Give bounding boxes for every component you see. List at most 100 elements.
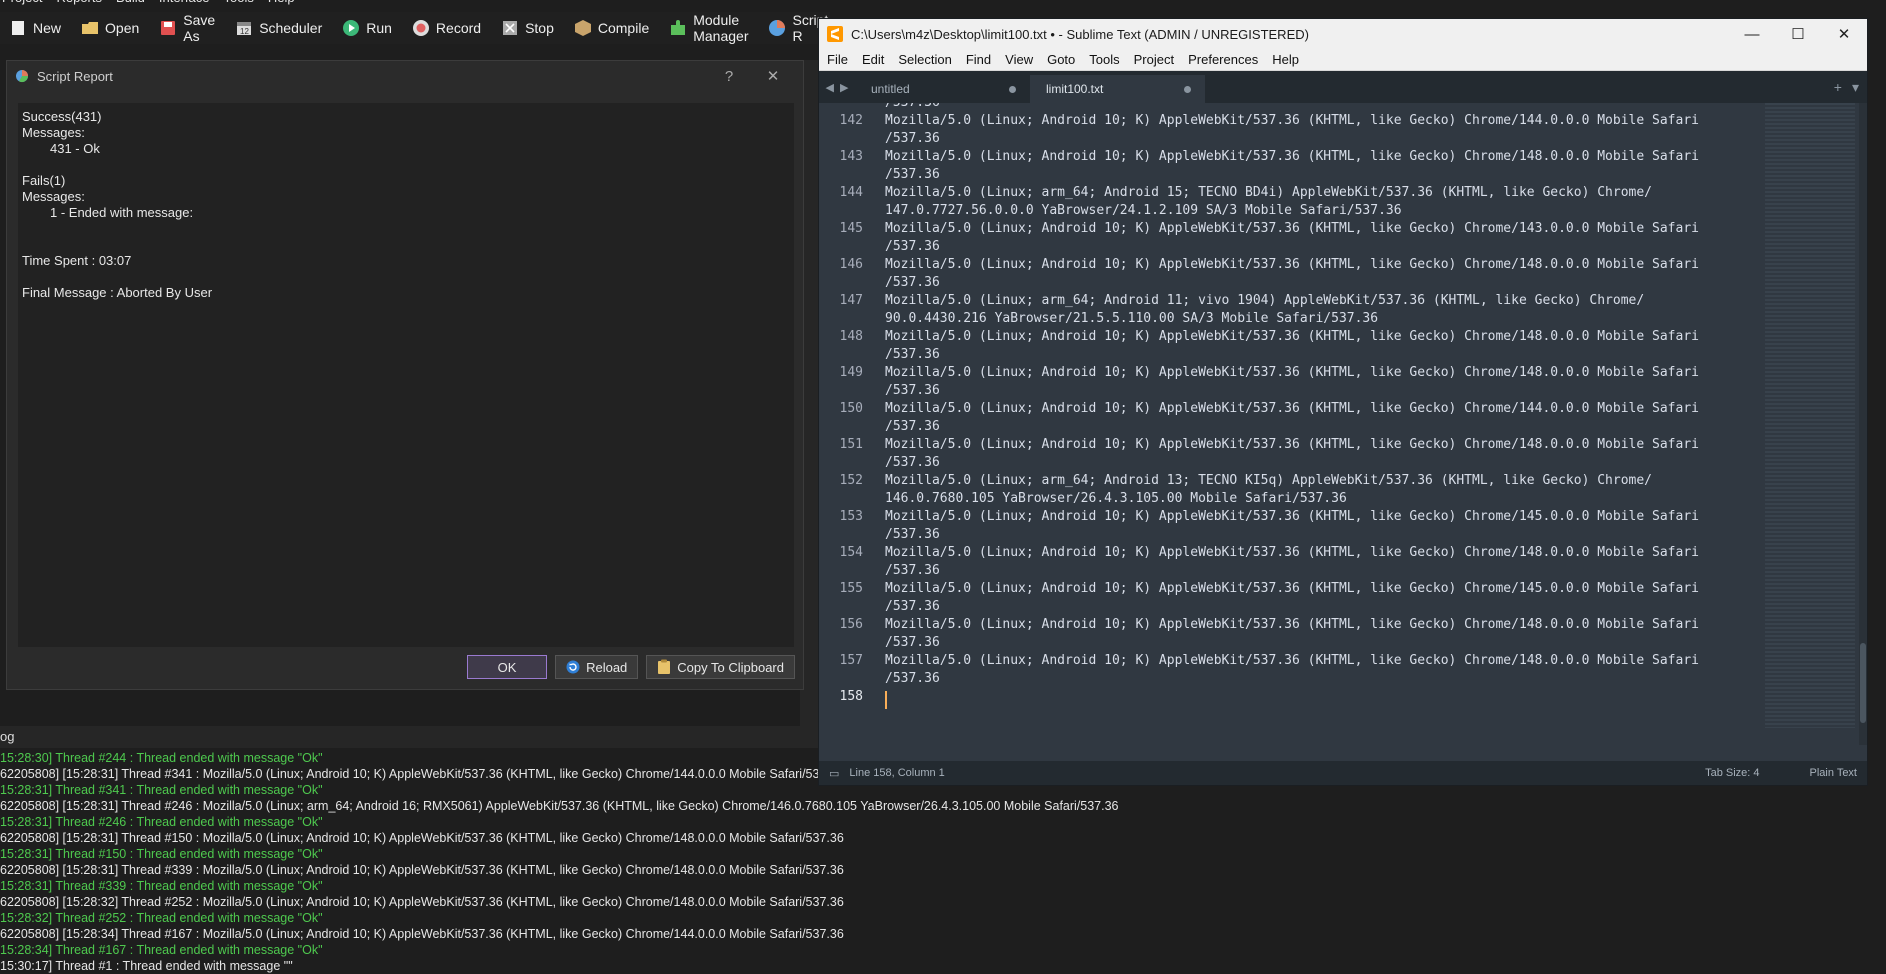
tab-dropdown-icon[interactable]: ▾ [1852, 79, 1859, 96]
sublime-menu-item[interactable]: Preferences [1188, 52, 1258, 67]
line-number: 142 [839, 113, 863, 128]
tab-size[interactable]: Tab Size: 4 [1705, 767, 1759, 779]
clipboard-icon [658, 659, 671, 674]
line-number: 155 [839, 581, 863, 596]
toolbar-run-button[interactable]: Run [333, 14, 401, 42]
sublime-menu-item[interactable]: File [827, 52, 848, 67]
svg-text:12: 12 [240, 27, 249, 36]
window-close-button[interactable]: ✕ [1821, 25, 1867, 43]
code-line: /537.36 [885, 167, 940, 182]
code-line: /537.36 [885, 671, 940, 686]
new-tab-icon[interactable]: + [1834, 79, 1842, 96]
report-text: Success(431) Messages: 431 - Ok Fails(1) Mes… [18, 103, 794, 647]
code-area[interactable]: /537.36 Mozilla/5.0 (Linux; Android 10; K… [885, 103, 1805, 745]
toolbar-module-manager-button[interactable]: Module Manager [660, 12, 757, 44]
toolbar-record-button[interactable]: Record [403, 14, 490, 42]
code-line: /537.36 [885, 527, 940, 542]
report-line [22, 237, 790, 253]
help-button[interactable]: ? [707, 68, 751, 85]
toolbar-open-button[interactable]: Open [72, 14, 148, 42]
sublime-logo-icon [827, 26, 843, 42]
log-row: 62205808] [15:28:31] Thread #339 : Mozil… [0, 863, 844, 877]
app-menu-item[interactable]: Build [116, 0, 145, 5]
sublime-menu-item[interactable]: Goto [1047, 52, 1075, 67]
log-panel-header: og [0, 726, 820, 748]
toolbar-label: Save As [183, 12, 216, 44]
toolbar-scheduler-button[interactable]: 12 Scheduler [226, 14, 331, 42]
toolbar-new-button[interactable]: New [0, 14, 70, 42]
vertical-scrollbar[interactable] [1859, 103, 1867, 745]
toolbar-label: New [33, 20, 62, 36]
script-report-dialog: Script Report ? ✕ Success(431) Messages: 4… [6, 60, 804, 690]
minimap[interactable] [1765, 103, 1855, 728]
sublime-menu-item[interactable]: Find [966, 52, 991, 67]
toolbar-label: Open [105, 20, 140, 36]
toolbar-compile-button[interactable]: Compile [565, 14, 658, 42]
code-line: 147.0.7727.56.0.0.0 YaBrowser/24.1.2.109… [885, 203, 1402, 218]
line-number: 149 [839, 365, 863, 380]
copy-to-clipboard-button[interactable]: Copy To Clipboard [646, 655, 795, 679]
sublime-menu-item[interactable]: Tools [1089, 52, 1119, 67]
toolbar-label: Scheduler [259, 20, 323, 36]
code-line: Mozilla/5.0 (Linux; arm_64; Android 15; … [885, 185, 1653, 200]
reload-button[interactable]: Reload [555, 655, 639, 679]
save-icon [159, 19, 177, 37]
app-menu-item[interactable]: Reports [56, 0, 102, 5]
unsaved-dot-icon[interactable] [1184, 85, 1191, 93]
sublime-menu-item[interactable]: Project [1134, 52, 1174, 67]
code-line: Mozilla/5.0 (Linux; Android 10; K) Apple… [885, 365, 1699, 380]
sublime-menu-item[interactable]: Edit [862, 52, 884, 67]
tab-nav[interactable]: ◀ ▶ [819, 71, 855, 103]
report-line [22, 269, 790, 285]
log-row: 15:28:31] Thread #150 : Thread ended wit… [0, 847, 323, 861]
tab-limit100-txt[interactable]: limit100.txt [1030, 75, 1205, 103]
dialog-buttons: OK Reload Copy To Clipboard [467, 655, 795, 679]
report-line: Messages: [22, 189, 85, 204]
line-number: 157 [839, 653, 863, 668]
maximize-button[interactable]: ☐ [1775, 25, 1821, 43]
code-line: Mozilla/5.0 (Linux; Android 10; K) Apple… [885, 257, 1699, 272]
line-gutter: 142 143 144 145 146 147 148 149 150 151 152 153 154 1… [819, 103, 875, 745]
sublime-menu-item[interactable]: Help [1272, 52, 1299, 67]
dialog-titlebar[interactable]: Script Report ? ✕ [7, 61, 803, 91]
log-row: 15:30:17] Thread #1 : Thread ended with … [0, 959, 293, 973]
report-line: 1 - Ended with message: [50, 205, 194, 220]
tab-next-icon[interactable]: ▶ [840, 81, 848, 94]
tab-bar: ◀ ▶ untitled limit100.txt + ▾ [819, 71, 1867, 103]
code-line: Mozilla/5.0 (Linux; arm_64; Android 11; … [885, 293, 1645, 308]
folder-icon [81, 19, 99, 37]
dialog-title: Script Report [37, 68, 113, 84]
sublime-menu-item[interactable]: View [1005, 52, 1033, 67]
report-line: Success(431) [22, 109, 102, 124]
toolbar-stop-button[interactable]: Stop [492, 14, 563, 42]
report-line: 431 - Ok [50, 141, 100, 156]
minimize-button[interactable]: — [1729, 26, 1775, 43]
syntax-mode[interactable]: Plain Text [1810, 767, 1858, 779]
code-line: Mozilla/5.0 (Linux; Android 10; K) Apple… [885, 653, 1699, 668]
app-menu-item[interactable]: Interface [159, 0, 210, 5]
code-line: /537.36 [885, 635, 940, 650]
app-menu-item[interactable]: Help [268, 0, 295, 5]
sublime-menu-item[interactable]: Selection [898, 52, 951, 67]
tab-prev-icon[interactable]: ◀ [826, 81, 834, 94]
tab-untitled[interactable]: untitled [855, 75, 1030, 103]
app-menu-item[interactable]: Project [2, 0, 42, 5]
panel-toggle-icon[interactable]: ▭ [829, 767, 839, 780]
close-button[interactable]: ✕ [751, 67, 795, 85]
code-line: /537.36 [885, 103, 1805, 112]
code-line: /537.36 [885, 383, 940, 398]
app-menu-item[interactable]: Tools [224, 0, 254, 5]
code-line: /537.36 [885, 419, 940, 434]
code-line: Mozilla/5.0 (Linux; Android 10; K) Apple… [885, 437, 1699, 452]
toolbar-save-as-button[interactable]: Save As [150, 12, 224, 44]
ok-button[interactable]: OK [467, 655, 548, 679]
editor[interactable]: 142 143 144 145 146 147 148 149 150 151 152 153 154 1… [819, 103, 1867, 745]
report-line: Time Spent : 03:07 [22, 253, 132, 268]
code-line: Mozilla/5.0 (Linux; Android 10; K) Apple… [885, 509, 1699, 524]
sublime-titlebar[interactable]: C:\Users\m4z\Desktop\limit100.txt • - Su… [819, 19, 1867, 49]
scrollbar-thumb[interactable] [1860, 643, 1866, 723]
unsaved-dot-icon[interactable] [1009, 85, 1016, 93]
code-line: 146.0.7680.105 YaBrowser/26.4.3.105.00 M… [885, 491, 1347, 506]
code-line: Mozilla/5.0 (Linux; Android 10; K) Apple… [885, 617, 1699, 632]
code-line: Mozilla/5.0 (Linux; Android 10; K) Apple… [885, 401, 1699, 416]
